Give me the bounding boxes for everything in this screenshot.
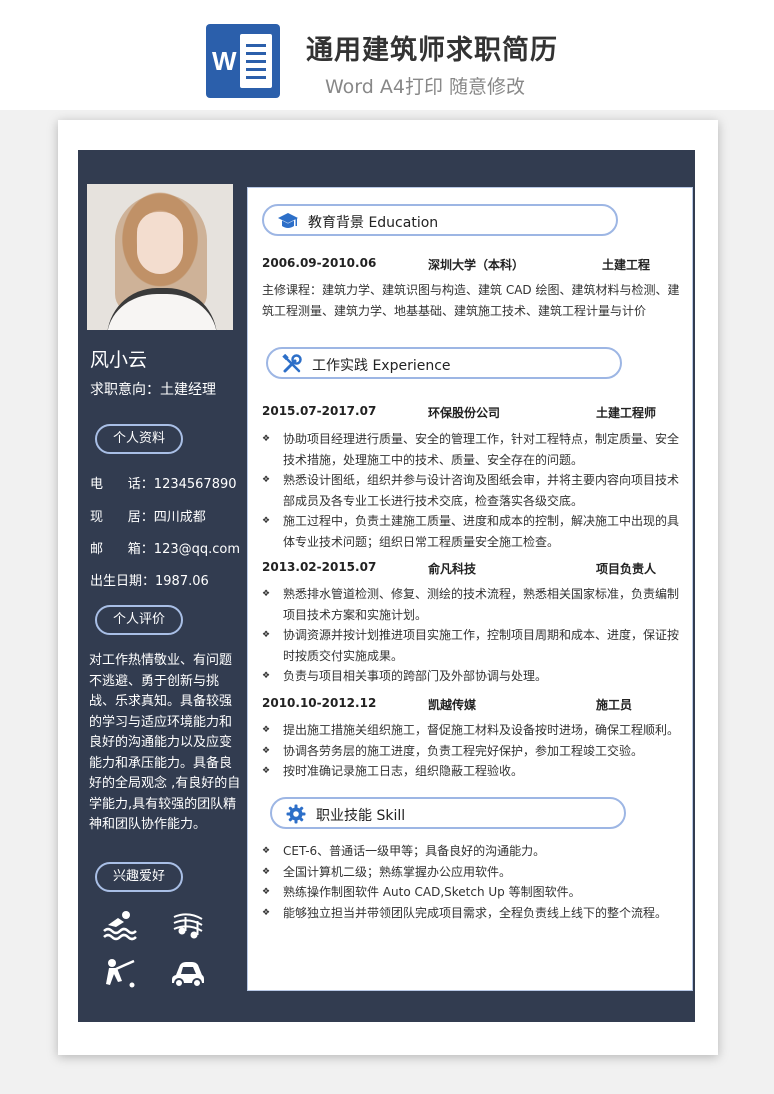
- job-company: 环保股份公司: [428, 406, 501, 420]
- list-item: 施工过程中，负责土建施工质量、进度和成本的控制，解决施工中出现的具体专业技术问题…: [262, 511, 684, 552]
- contact-phone: 电 话：1234567890: [90, 477, 237, 492]
- list-item: CET-6、普通话一级甲等；具备良好的沟通能力。: [262, 841, 684, 862]
- list-item: 协调各劳务层的施工进度，负责工程完好保护，参加工程竣工交验。: [262, 741, 684, 762]
- list-item: 能够独立担当并带领团队完成项目需求，全程负责线上线下的整个流程。: [262, 903, 684, 924]
- job-role: 项目负责人: [596, 562, 657, 576]
- education-courses: 主修课程：建筑力学、建筑识图与构造、建筑 CAD 绘图、建筑材料与检测、建筑工程…: [262, 283, 680, 318]
- education-heading: 教育背景 Education: [262, 204, 618, 236]
- education-major: 土建工程: [602, 258, 651, 272]
- hobby-heading: 兴趣爱好: [95, 862, 183, 892]
- contact-birthday: 出生日期：1987.06: [90, 574, 209, 589]
- job-objective: 求职意向：土建经理: [90, 382, 216, 398]
- graduation-cap-icon: [278, 213, 298, 228]
- list-item: 熟悉设计图纸，组织并参与设计咨询及图纸会审，并将主要内容向项目技术部成员及各专业…: [262, 470, 684, 511]
- job-period: 2013.02-2015.07: [262, 560, 377, 574]
- personal-info-heading: 个人资料: [95, 424, 183, 454]
- job-role: 土建工程师: [596, 406, 657, 420]
- evaluation-heading: 个人评价: [95, 605, 183, 635]
- music-icon: [173, 913, 203, 939]
- job-bullets: 协助项目经理进行质量、安全的管理工作，针对工程特点，制定质量、安全技术措施，处理…: [262, 429, 684, 553]
- word-icon-letter: W: [212, 46, 237, 76]
- profile-photo: [87, 184, 233, 330]
- list-item: 负责与项目相关事项的跨部门及外部协调与处理。: [262, 666, 684, 687]
- job-period: 2010.10-2012.12: [262, 696, 377, 710]
- gear-icon: [286, 804, 306, 824]
- list-item: 协调资源并按计划推进项目实施工作，控制项目周期和成本、进度，保证按时按质交付实施…: [262, 625, 684, 666]
- word-icon: W: [206, 24, 280, 98]
- tools-icon: [282, 354, 302, 373]
- list-item: 熟悉排水管道检测、修复、测绘的技术流程，熟悉相关国家标准，负责编制项目技术方案和…: [262, 584, 684, 625]
- list-item: 按时准确记录施工日志，组织隐蔽工程验收。: [262, 761, 684, 782]
- job-bullets: 提出施工措施关组织施工，督促施工材料及设备按时进场，确保工程顺利。 协调各劳务层…: [262, 720, 684, 782]
- job-role: 施工员: [596, 698, 633, 712]
- skills-heading: 职业技能 Skill: [270, 797, 626, 829]
- contact-email: 邮 箱：123@qq.com: [90, 542, 241, 557]
- evaluation-text: 对工作热情敬业、有问题不逃避、勇于创新与挑战、乐求真知。具备较强的学习与适应环境…: [89, 653, 241, 832]
- list-item: 熟练操作制图软件 Auto CAD,Sketch Up 等制图软件。: [262, 882, 684, 903]
- contact-residence: 现 居：四川成都: [90, 510, 206, 525]
- education-period: 2006.09-2010.06: [262, 256, 377, 270]
- skills-list: CET-6、普通话一级甲等；具备良好的沟通能力。 全国计算机二级；熟练掌握办公应…: [262, 841, 684, 923]
- job-company: 凯越传媒: [428, 698, 477, 712]
- page-title: 通用建筑师求职简历: [306, 35, 558, 66]
- list-item: 全国计算机二级；熟练掌握办公应用软件。: [262, 862, 684, 883]
- golf-icon: [106, 959, 135, 988]
- job-period: 2015.07-2017.07: [262, 404, 377, 418]
- education-school: 深圳大学（本科）: [428, 258, 525, 272]
- list-item: 提出施工措施关组织施工，督促施工材料及设备按时进场，确保工程顺利。: [262, 720, 684, 741]
- candidate-name: 风小云: [90, 349, 148, 371]
- banner: W 通用建筑师求职简历 Word A4打印 随意修改: [0, 0, 774, 110]
- job-company: 俞凡科技: [428, 562, 477, 576]
- swimming-icon: [103, 911, 137, 941]
- education-heading-label: 教育背景 Education: [308, 215, 439, 231]
- job-bullets: 熟悉排水管道检测、修复、测绘的技术流程，熟悉相关国家标准，负责编制项目技术方案和…: [262, 584, 684, 687]
- experience-heading-label: 工作实践 Experience: [312, 358, 451, 374]
- page-subtitle: Word A4打印 随意修改: [325, 76, 526, 98]
- car-icon: [172, 962, 204, 988]
- list-item: 协助项目经理进行质量、安全的管理工作，针对工程特点，制定质量、安全技术措施，处理…: [262, 429, 684, 470]
- experience-heading: 工作实践 Experience: [266, 347, 622, 379]
- skills-heading-label: 职业技能 Skill: [316, 808, 406, 824]
